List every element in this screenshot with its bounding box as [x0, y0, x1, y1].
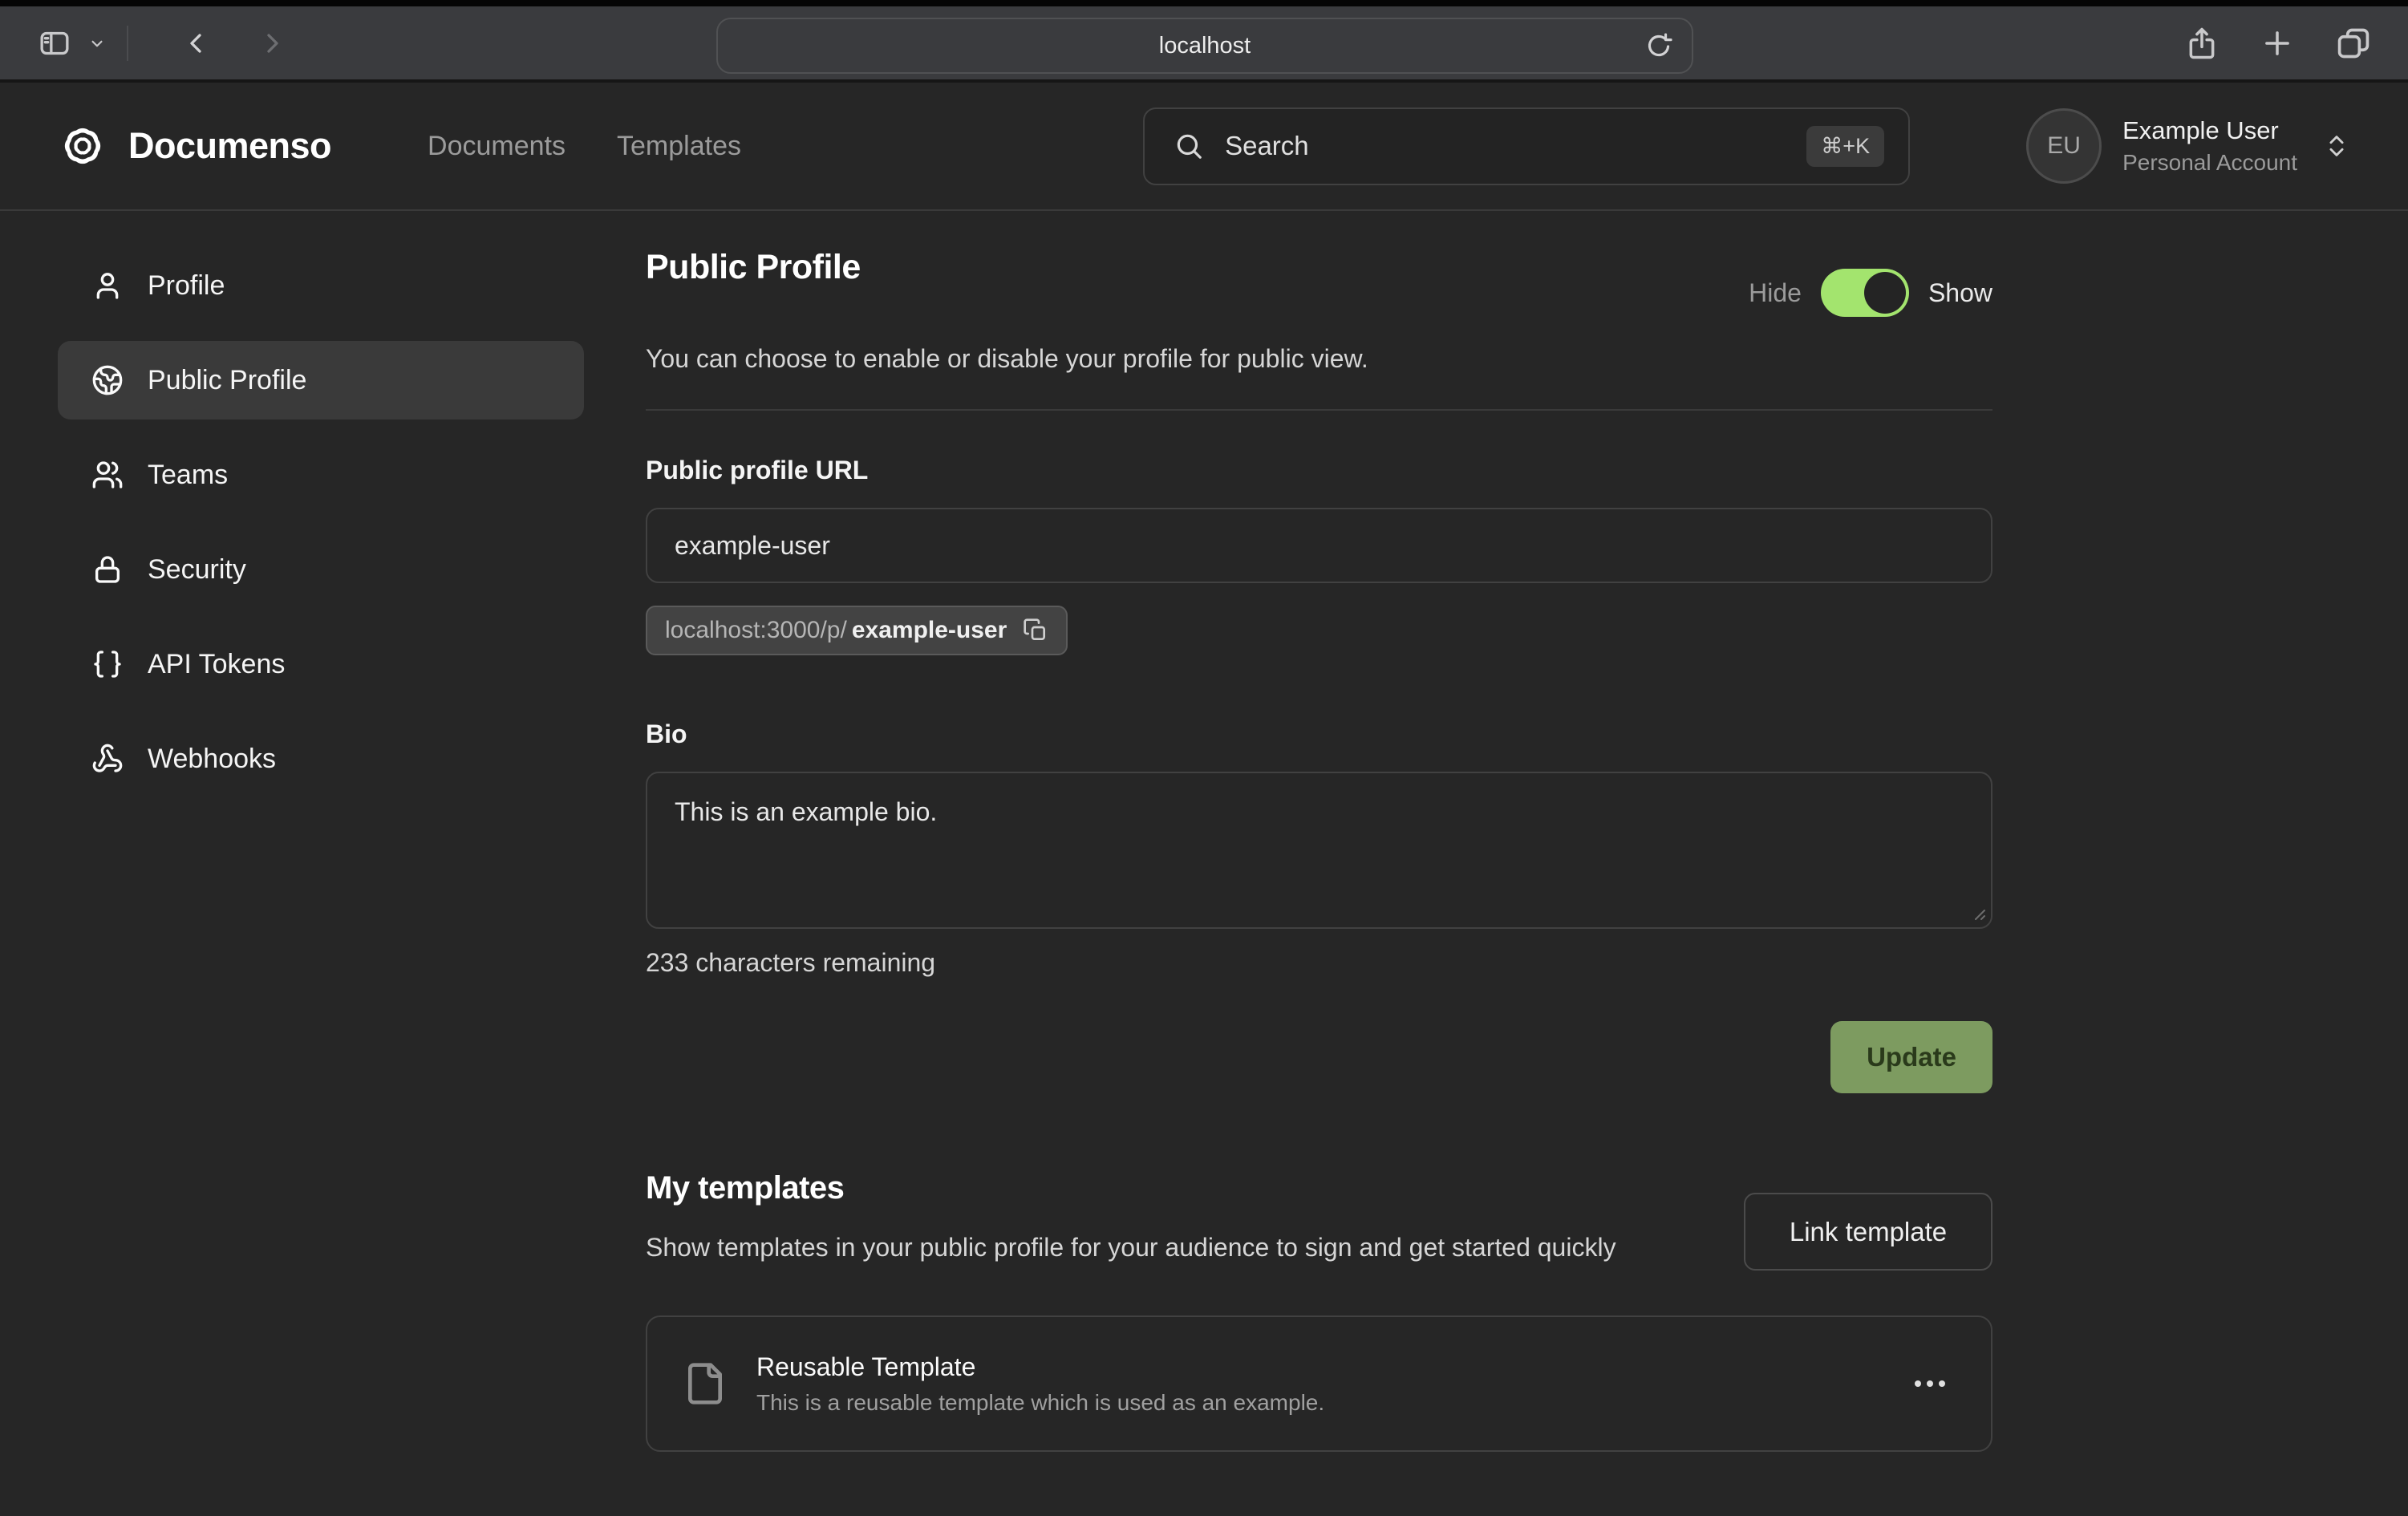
- documenso-logo-icon: [58, 121, 107, 171]
- chevrons-up-down-icon: [2323, 132, 2350, 160]
- search-shortcut-badge: ⌘+K: [1806, 126, 1884, 167]
- profile-url-prefix: localhost:3000/p/: [665, 617, 847, 644]
- sidebar-item-label: Security: [148, 554, 246, 586]
- address-bar[interactable]: localhost: [716, 18, 1693, 74]
- copy-icon: [1023, 618, 1048, 643]
- search-placeholder: Search: [1225, 131, 1309, 161]
- brand-name: Documenso: [128, 125, 331, 167]
- profile-visibility-toggle-group: Hide Show: [1749, 269, 1992, 317]
- sidebar-item-label: Webhooks: [148, 744, 276, 775]
- avatar-initials: EU: [2047, 132, 2081, 160]
- public-profile-url-input[interactable]: [646, 508, 1992, 583]
- new-tab-icon[interactable]: [2260, 26, 2294, 60]
- toolbar-divider: [127, 26, 128, 61]
- brand-logo[interactable]: Documenso: [58, 121, 331, 171]
- address-bar-url: localhost: [1159, 33, 1251, 59]
- lock-icon: [91, 553, 124, 586]
- profile-url-slug: example-user: [852, 617, 1007, 644]
- resize-handle[interactable]: [1968, 903, 1988, 922]
- back-button[interactable]: [180, 27, 212, 59]
- settings-sidebar: Profile Public Profile Teams: [0, 211, 584, 1452]
- sidebar-toggle-icon[interactable]: [37, 27, 72, 59]
- tab-overview-icon[interactable]: [2336, 26, 2371, 61]
- search-input[interactable]: Search ⌘+K: [1143, 107, 1910, 185]
- link-template-button[interactable]: Link template: [1744, 1193, 1992, 1271]
- bio-textarea[interactable]: This is an example bio.: [646, 772, 1992, 929]
- nav-templates[interactable]: Templates: [617, 131, 741, 162]
- profile-visibility-toggle[interactable]: [1821, 269, 1909, 317]
- sidebar-item-label: Profile: [148, 270, 225, 302]
- copy-profile-url-button[interactable]: localhost:3000/p/ example-user: [646, 606, 1068, 655]
- share-icon[interactable]: [2185, 26, 2219, 60]
- top-nav: Documents Templates: [428, 131, 741, 162]
- section-divider: [646, 409, 1992, 411]
- template-list-item: Reusable Template This is a reusable tem…: [646, 1315, 1992, 1452]
- search-icon: [1174, 131, 1204, 161]
- user-icon: [91, 270, 124, 302]
- update-button[interactable]: Update: [1830, 1021, 1992, 1093]
- characters-remaining: 233 characters remaining: [646, 948, 1992, 978]
- toggle-hide-label: Hide: [1749, 278, 1802, 308]
- url-field-label: Public profile URL: [646, 456, 1992, 485]
- page-description: You can choose to enable or disable your…: [646, 344, 1992, 374]
- sidebar-item-api-tokens[interactable]: API Tokens: [58, 625, 584, 703]
- avatar: EU: [2026, 108, 2102, 184]
- toggle-show-label: Show: [1928, 278, 1992, 308]
- bio-field-label: Bio: [646, 719, 1992, 749]
- refresh-icon[interactable]: [1644, 31, 1674, 62]
- my-templates-title: My templates: [646, 1170, 1616, 1206]
- sidebar-item-webhooks[interactable]: Webhooks: [58, 719, 584, 798]
- nav-documents[interactable]: Documents: [428, 131, 566, 162]
- account-menu[interactable]: EU Example User Personal Account: [2026, 108, 2350, 184]
- toggle-knob: [1864, 272, 1906, 314]
- page-title: Public Profile: [646, 246, 861, 288]
- sidebar-item-label: Teams: [148, 460, 228, 491]
- sidebar-menu-chevron-icon[interactable]: [87, 33, 107, 54]
- template-options-icon[interactable]: [1911, 1372, 1949, 1396]
- screen-top-edge: [0, 0, 2408, 6]
- users-icon: [91, 459, 124, 491]
- sidebar-item-profile[interactable]: Profile: [58, 246, 584, 325]
- sidebar-item-teams[interactable]: Teams: [58, 436, 584, 514]
- my-templates-description: Show templates in your public profile fo…: [646, 1227, 1616, 1267]
- forward-button[interactable]: [257, 27, 289, 59]
- sidebar-item-label: Public Profile: [148, 365, 306, 396]
- user-name: Example User: [2122, 116, 2297, 145]
- browser-toolbar: localhost: [0, 6, 2408, 83]
- file-icon: [683, 1360, 728, 1408]
- account-type: Personal Account: [2122, 150, 2297, 176]
- sidebar-item-security[interactable]: Security: [58, 530, 584, 609]
- main-content: Public Profile Hide Show You can choose …: [646, 211, 1992, 1452]
- app-header: Documenso Documents Templates Search ⌘+K…: [0, 83, 2408, 211]
- template-name: Reusable Template: [756, 1352, 1324, 1382]
- sidebar-item-label: API Tokens: [148, 649, 285, 680]
- webhook-icon: [91, 743, 124, 775]
- sidebar-item-public-profile[interactable]: Public Profile: [58, 341, 584, 420]
- braces-icon: [91, 648, 124, 680]
- template-description: This is a reusable template which is use…: [756, 1390, 1324, 1416]
- globe-icon: [91, 364, 124, 396]
